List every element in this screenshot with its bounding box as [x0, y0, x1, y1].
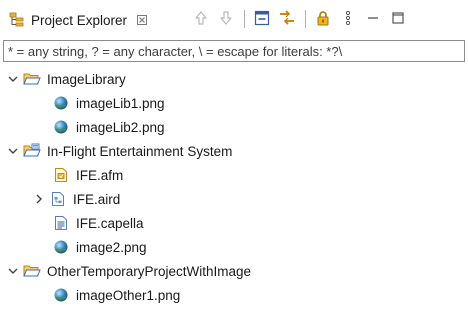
toolbar-separator — [244, 10, 245, 28]
lock-button[interactable] — [312, 8, 334, 30]
filter-field — [3, 40, 465, 62]
tree-item-imagelib1[interactable]: imageLib1.png — [0, 91, 468, 115]
chevron-down-icon[interactable] — [7, 145, 19, 157]
tree-item-other-project[interactable]: OtherTemporaryProjectWithImage — [0, 259, 468, 283]
minimize-icon — [366, 11, 380, 28]
minimize-button[interactable] — [362, 8, 384, 30]
filter-input[interactable] — [4, 41, 464, 61]
tree-item-label: imageLib1.png — [76, 95, 165, 111]
tree-item-label: In-Flight Entertainment System — [47, 143, 233, 159]
tree-item-ife-project[interactable]: In-Flight Entertainment System — [0, 139, 468, 163]
view-title: Project Explorer — [31, 12, 128, 28]
tree-item-imagelibrary[interactable]: ImageLibrary — [0, 67, 468, 91]
tree-item-label: imageLib2.png — [76, 119, 165, 135]
arrow-down-icon — [218, 10, 234, 29]
tree-item-ife-aird[interactable]: IFE.aird — [0, 187, 468, 211]
tree-item-imageother1[interactable]: imageOther1.png — [0, 283, 468, 307]
tree-item-imagelib2[interactable]: imageLib2.png — [0, 115, 468, 139]
image-file-icon — [52, 118, 70, 136]
image-file-icon — [52, 238, 70, 256]
project-explorer-tab[interactable]: Project Explorer — [0, 4, 152, 36]
aird-file-icon — [49, 190, 67, 208]
tree-item-label: imageOther1.png — [76, 287, 181, 303]
forward-button[interactable] — [215, 8, 237, 30]
collapse-all-icon — [254, 10, 270, 29]
tree-item-label: IFE.aird — [73, 191, 121, 207]
chevron-down-icon[interactable] — [7, 73, 19, 85]
maximize-icon — [391, 11, 405, 28]
open-folder-icon — [23, 262, 41, 280]
project-explorer-icon — [9, 12, 25, 28]
toolbar-separator — [305, 10, 306, 28]
project-explorer-view: Project Explorer * = any string, ? = any… — [0, 0, 468, 313]
view-tab-header: Project Explorer — [0, 0, 468, 40]
tree-item-label: OtherTemporaryProjectWithImage — [47, 263, 252, 279]
capella-project-icon — [23, 142, 41, 160]
link-with-editor-icon — [278, 9, 296, 30]
tree-item-label: IFE.afm — [76, 167, 124, 183]
view-toolbar — [190, 8, 412, 30]
chevron-down-icon[interactable] — [7, 265, 19, 277]
tree-item-ife-capella[interactable]: IFE.capella — [0, 211, 468, 235]
chevron-right-icon[interactable] — [33, 193, 45, 205]
afm-file-icon — [52, 166, 70, 184]
tree-item-label: image2.png — [76, 239, 147, 255]
open-folder-icon — [23, 70, 41, 88]
tree-item-label: ImageLibrary — [47, 71, 126, 87]
tree-item-ife-afm[interactable]: IFE.afm — [0, 163, 468, 187]
back-button[interactable] — [190, 8, 212, 30]
project-tree: ImageLibrary imageLib1.png imageLib2.png… — [0, 67, 468, 307]
image-file-icon — [52, 94, 70, 112]
view-menu-button[interactable] — [337, 8, 359, 30]
tree-item-image2[interactable]: image2.png — [0, 235, 468, 259]
link-with-editor-button[interactable] — [276, 8, 298, 30]
arrow-up-icon — [193, 10, 209, 29]
image-file-icon — [52, 286, 70, 304]
lock-icon — [315, 10, 331, 29]
tree-item-label: IFE.capella — [76, 215, 144, 231]
close-icon[interactable] — [136, 14, 148, 26]
collapse-all-button[interactable] — [251, 8, 273, 30]
vertical-dots-icon — [343, 10, 353, 29]
maximize-button[interactable] — [387, 8, 409, 30]
capella-file-icon — [52, 214, 70, 232]
